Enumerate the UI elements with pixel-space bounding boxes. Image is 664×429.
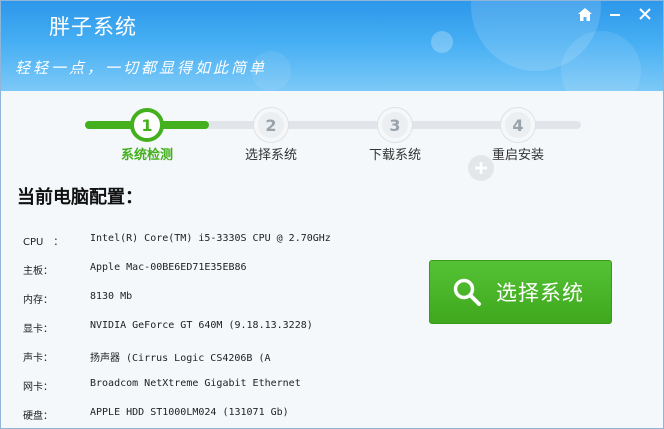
spec-key: 显卡： [23,324,53,335]
plus-icon [468,155,494,181]
step-2-circle: 2 [254,108,288,142]
spec-row-sound: 声卡： 扬声器 (Cirrus Logic CS4206B (A [23,349,423,367]
step-number: 1 [141,115,153,135]
spec-row-disk: 硬盘： APPLE HDD ST1000LM024 (131071 Gb) [23,407,423,425]
plus-glyph [475,162,487,174]
spec-value: NVIDIA GeForce GT 640M (9.18.13.3228) [90,320,313,331]
header-banner: 胖子系统 轻轻一点，一切都显得如此简单 [1,1,663,91]
progress-stepper: 1 2 3 4 系统检测 选择系统 下载系统 重启安装 [1,91,663,181]
spec-key: 网卡： [23,382,53,393]
step-number: 4 [512,115,524,135]
home-button[interactable] [575,5,595,23]
home-icon [578,7,592,21]
spec-key: 硬盘： [23,411,53,422]
spec-row-gpu: 显卡： NVIDIA GeForce GT 640M (9.18.13.3228… [23,320,423,338]
spec-value: Intel(R) Core(TM) i5-3330S CPU @ 2.70GHz [90,233,331,244]
minimize-icon [610,14,620,16]
step-number: 3 [389,115,401,135]
step-4-circle: 4 [501,108,535,142]
spec-value: APPLE HDD ST1000LM024 (131071 Gb) [90,407,289,418]
spec-value: 8130 Mb [90,291,133,302]
app-title: 胖子系统 [49,15,137,39]
spec-key: 内存： [23,295,53,306]
spec-value: Broadcom NetXtreme Gigabit Ethernet [90,378,301,389]
app-window: 胖子系统 轻轻一点，一切都显得如此简单 1 2 3 4 系统检测 选择系统 下载… [0,0,664,429]
spec-key: 声卡： [23,353,53,364]
step-1-circle: 1 [130,108,164,142]
step-3-circle: 3 [378,108,412,142]
step-2-label: 选择系统 [244,148,297,163]
window-controls [575,5,655,23]
choose-system-button[interactable]: 选择系统 [429,260,612,324]
spec-row-cpu: CPU ： Intel(R) Core(TM) i5-3330S CPU @ 2… [23,233,423,251]
close-icon [639,8,651,20]
spec-value: Apple Mac-00BE6ED71E35EB86 [90,262,247,273]
section-title: 当前电脑配置： [17,187,143,208]
spec-row-network: 网卡： Broadcom NetXtreme Gigabit Ethernet [23,378,423,396]
spec-row-motherboard: 主板： Apple Mac-00BE6ED71E35EB86 [23,262,423,280]
step-number: 2 [265,115,277,135]
slogan: 轻轻一点，一切都显得如此简单 [15,59,268,77]
step-3-label: 下载系统 [368,148,421,163]
step-1-label: 系统检测 [120,148,173,163]
spec-key: 主板： [23,266,53,277]
spec-row-memory: 内存： 8130 Mb [23,291,423,309]
spec-value: 扬声器 (Cirrus Logic CS4206B (A [90,353,271,364]
spec-key: CPU ： [23,237,64,248]
close-button[interactable] [635,5,655,23]
choose-system-label: 选择系统 [496,281,584,305]
minimize-button[interactable] [605,5,625,23]
search-icon [453,278,481,306]
decorative-bubble [431,31,453,53]
